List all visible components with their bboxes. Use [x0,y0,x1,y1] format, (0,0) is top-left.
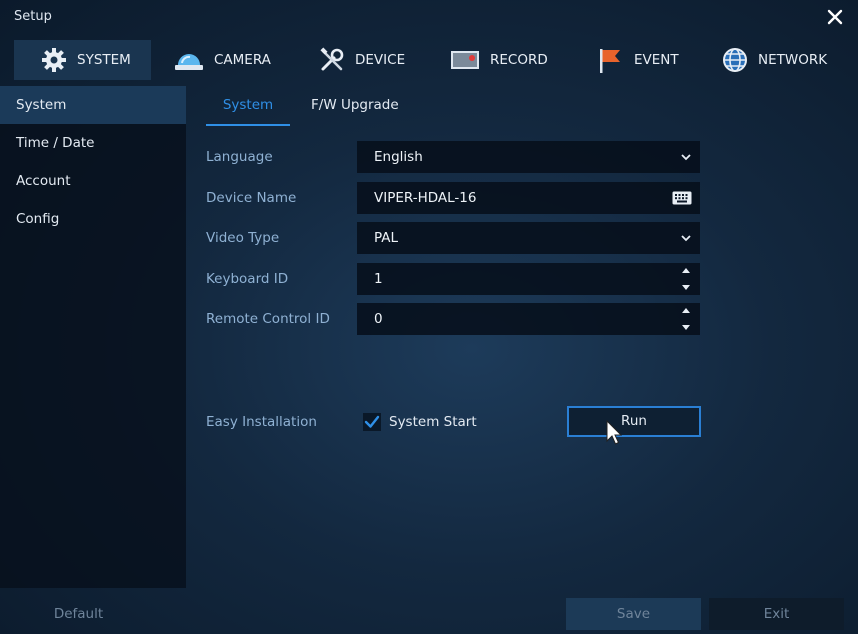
tab-record[interactable]: RECORD [450,40,548,80]
title-bar: Setup [0,0,858,36]
tab-event[interactable]: EVENT [598,40,679,80]
sidebar-item-account[interactable]: Account [0,162,186,200]
save-button[interactable]: Save [566,598,701,630]
device-name-label: Device Name [206,190,297,206]
remote-control-id-stepper[interactable]: 0 [357,303,700,335]
keyboard-id-value: 1 [374,271,383,287]
record-icon [451,51,479,69]
flag-icon [600,49,620,73]
tab-network-label: NETWORK [758,52,828,68]
stepper-arrows [681,307,691,331]
window-title: Setup [14,9,52,24]
language-select[interactable]: English [357,141,700,173]
remote-control-id-label: Remote Control ID [206,311,330,327]
remote-control-id-value: 0 [374,311,383,327]
arrow-down-icon[interactable] [681,284,691,291]
sidebar-item-system[interactable]: System [0,86,186,124]
tab-camera-label: CAMERA [214,52,271,68]
tab-system-label: SYSTEM [77,52,131,68]
subtab-system[interactable]: System [206,92,290,126]
keyboard-id-label: Keyboard ID [206,271,289,287]
easy-installation-label: Easy Installation [206,414,317,430]
tab-system[interactable]: SYSTEM [14,40,151,80]
chevron-down-icon [680,222,692,254]
subtab-fw-upgrade[interactable]: F/W Upgrade [311,92,399,124]
chevron-down-icon [680,141,692,173]
video-type-select[interactable]: PAL [357,222,700,254]
tab-network[interactable]: NETWORK [722,40,827,80]
gear-icon [42,48,66,72]
stepper-arrows [681,267,691,291]
tab-device[interactable]: DEVICE [319,40,405,80]
default-button[interactable]: Default [10,598,147,630]
tools-icon [320,47,344,71]
system-start-label: System Start [389,414,477,430]
video-type-value: PAL [374,230,399,246]
exit-button[interactable]: Exit [709,598,844,630]
main-tab-bar: SYSTEM CAMERA DEVICE RECORD EVENT NETWOR… [0,40,858,80]
camera-icon [175,54,203,70]
keyboard-icon[interactable] [672,182,692,214]
video-type-label: Video Type [206,230,280,246]
device-name-value: VIPER-HDAL-16 [374,190,477,206]
globe-icon [723,48,747,72]
tab-record-label: RECORD [490,52,548,68]
sidebar-item-config[interactable]: Config [0,200,186,238]
mouse-cursor-icon [606,420,622,445]
device-name-field[interactable]: VIPER-HDAL-16 [357,182,700,214]
run-button[interactable]: Run [567,406,701,437]
tab-event-label: EVENT [634,52,679,68]
language-value: English [374,149,423,165]
arrow-up-icon[interactable] [681,307,691,314]
sidebar: System Time / Date Account Config [0,86,186,588]
close-icon[interactable] [824,5,846,29]
arrow-up-icon[interactable] [681,267,691,274]
tab-camera[interactable]: CAMERA [174,40,271,80]
system-start-checkbox[interactable] [362,412,382,432]
language-label: Language [206,149,273,165]
sidebar-item-time-date[interactable]: Time / Date [0,124,186,162]
tab-device-label: DEVICE [355,52,406,68]
arrow-down-icon[interactable] [681,324,691,331]
keyboard-id-stepper[interactable]: 1 [357,263,700,295]
